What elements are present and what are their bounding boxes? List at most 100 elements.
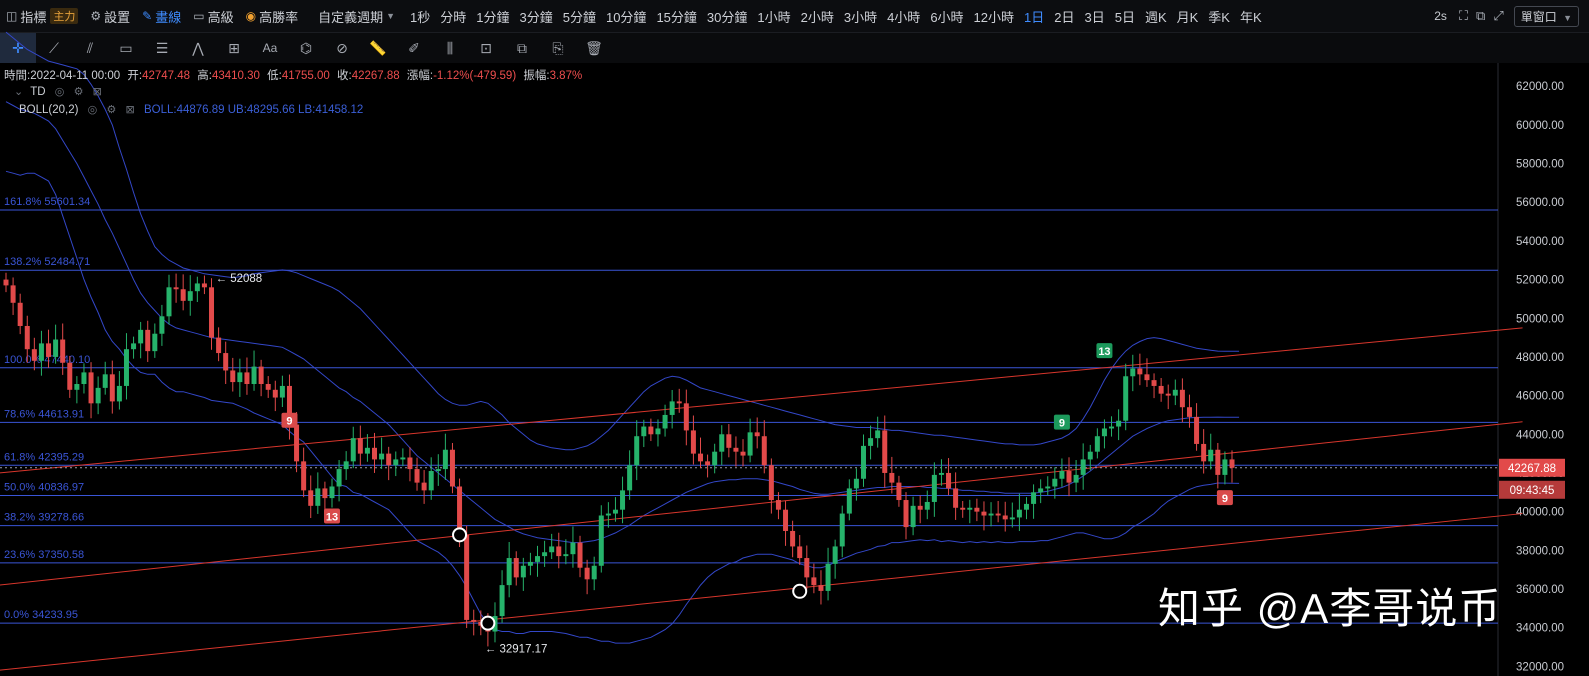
candle-body xyxy=(1222,459,1228,475)
candle-body xyxy=(244,372,250,385)
ohlc-info: 時間:2022-04-11 00:00 开:42747.48 高:43410.3… xyxy=(4,67,582,83)
candle-body xyxy=(1165,393,1171,396)
candle-body xyxy=(102,374,108,388)
candle-body xyxy=(875,430,881,439)
candle-body xyxy=(974,507,980,512)
candle-body xyxy=(768,465,774,501)
td-marker-label: 9 xyxy=(1059,418,1065,430)
settings-gear-icon[interactable]: ⚙ xyxy=(74,86,84,98)
close-icon[interactable]: ⊠ xyxy=(126,104,135,116)
candle-body xyxy=(612,509,618,514)
close-icon[interactable]: ⊠ xyxy=(93,86,102,98)
candle-body xyxy=(931,474,937,502)
candle-body xyxy=(46,343,52,357)
candle-body xyxy=(903,500,909,528)
candle-body xyxy=(917,505,923,510)
candle-body xyxy=(740,451,746,456)
candle-body xyxy=(1066,471,1072,483)
change-label: 漲幅: xyxy=(406,70,434,82)
candle-body xyxy=(60,339,66,363)
candle-body xyxy=(230,370,236,383)
candle-body xyxy=(967,507,973,510)
candle-body xyxy=(953,488,959,508)
boll-middle-band xyxy=(5,101,1240,544)
eye-icon[interactable]: ◎ xyxy=(55,86,65,98)
candle-body xyxy=(251,366,257,385)
candle-body xyxy=(272,389,278,398)
candle-body xyxy=(379,453,385,460)
td-marker-label: 9 xyxy=(286,416,292,428)
candle-body xyxy=(620,490,626,510)
candle-body xyxy=(584,567,590,580)
candle-body xyxy=(159,316,165,334)
candle-body xyxy=(804,558,810,578)
candle-body xyxy=(1002,515,1008,520)
candle-body xyxy=(31,349,37,361)
candle-body xyxy=(648,426,654,435)
candle-body xyxy=(988,513,994,516)
td-indicator-row: ⌄ TD ◎ ⚙ ⊠ xyxy=(14,85,102,98)
candle-body xyxy=(960,507,966,510)
candle-body xyxy=(1137,368,1143,375)
candle-body xyxy=(598,515,604,566)
pivot-circle xyxy=(480,615,496,631)
candle-body xyxy=(1016,509,1022,518)
candle-body xyxy=(733,447,739,452)
y-tick-label: 44000.00 xyxy=(1516,429,1564,441)
candle-body xyxy=(818,585,824,591)
candle-body xyxy=(896,482,902,501)
candle-body xyxy=(726,434,732,448)
td-marker-label: 13 xyxy=(326,511,338,523)
candle-body xyxy=(216,337,222,354)
settings-gear-icon[interactable]: ⚙ xyxy=(106,104,116,116)
candle-body xyxy=(1073,474,1079,483)
candle-body xyxy=(882,430,888,473)
candle-body xyxy=(471,619,477,622)
candle-body xyxy=(549,546,555,553)
candle-body xyxy=(839,513,845,547)
pivot-circle xyxy=(792,583,808,599)
y-tick-label: 48000.00 xyxy=(1516,352,1564,364)
candle-body xyxy=(846,488,852,514)
candle-body xyxy=(832,546,838,564)
candle-body xyxy=(1229,459,1235,468)
candle-body xyxy=(683,403,689,431)
candle-body xyxy=(400,457,406,460)
candle-body xyxy=(1130,368,1136,377)
eye-icon[interactable]: ◎ xyxy=(88,104,98,116)
high-label: 高: xyxy=(197,70,212,82)
candle-body xyxy=(301,461,307,491)
pivot-circle xyxy=(452,527,468,543)
watermark: 知乎 @A李哥说币 xyxy=(1158,585,1502,632)
candle-body xyxy=(797,546,803,559)
low-label: 低: xyxy=(267,70,282,82)
candle-body xyxy=(761,436,767,466)
candle-body xyxy=(627,465,633,491)
boll-values: BOLL:44876.89 UB:48295.66 LB:41458.12 xyxy=(143,104,364,116)
y-tick-label: 52000.00 xyxy=(1516,275,1564,287)
candle-body xyxy=(421,482,427,491)
y-tick-label: 46000.00 xyxy=(1516,391,1564,403)
boll-label: BOLL(20,2) xyxy=(19,104,79,116)
candle-body xyxy=(513,558,519,578)
candle-body xyxy=(180,289,186,301)
y-tick-label: 56000.00 xyxy=(1516,197,1564,209)
candle-body xyxy=(435,469,441,472)
candle-body xyxy=(1172,389,1178,396)
candle-body xyxy=(428,471,434,491)
candle-body xyxy=(655,428,661,435)
candle-body xyxy=(860,445,866,479)
channel-line xyxy=(0,327,1523,474)
candle-body xyxy=(1059,471,1065,479)
collapse-chevron-icon[interactable]: ⌄ xyxy=(14,86,23,98)
time-label: 時間: xyxy=(4,70,31,82)
y-tick-label: 54000.00 xyxy=(1516,236,1564,248)
candle-body xyxy=(449,449,455,487)
td-marker-label: 13 xyxy=(1098,346,1110,358)
time-value: 2022-04-11 00:00 xyxy=(30,70,121,82)
candle-body xyxy=(641,426,647,437)
countdown-label: 09:43:45 xyxy=(1510,485,1555,497)
candle-body xyxy=(3,279,9,286)
candle-body xyxy=(81,372,87,385)
candle-body xyxy=(924,501,930,510)
